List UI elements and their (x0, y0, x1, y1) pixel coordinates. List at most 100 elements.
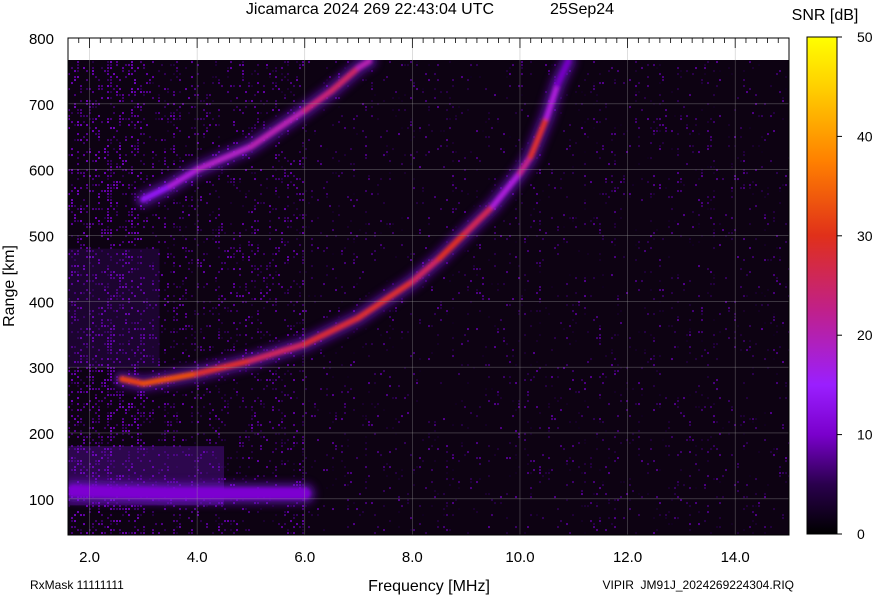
noise-dot (347, 391, 349, 394)
noise-dot (98, 220, 100, 223)
noise-dot (119, 397, 121, 400)
noise-dot (596, 151, 598, 154)
noise-dot (71, 190, 73, 193)
noise-dot (137, 517, 139, 520)
noise-dot (356, 256, 358, 259)
noise-dot (200, 100, 202, 103)
noise-dot (101, 532, 103, 535)
noise-dot (218, 529, 220, 532)
noise-dot (185, 199, 187, 202)
noise-dot (71, 382, 73, 385)
noise-dot (707, 82, 709, 85)
noise-dot (287, 61, 289, 64)
noise-dot (593, 223, 595, 226)
noise-dot (92, 178, 94, 181)
noise-dot (671, 307, 673, 310)
noise-dot (419, 232, 421, 235)
noise-dot (740, 160, 742, 163)
noise-dot (401, 64, 403, 67)
noise-dot (731, 190, 733, 193)
noise-dot (368, 175, 370, 178)
noise-dot (227, 412, 229, 415)
noise-dot (80, 418, 82, 421)
noise-dot (716, 421, 718, 424)
noise-dot (137, 232, 139, 235)
noise-dot (722, 178, 724, 181)
noise-dot (389, 376, 391, 379)
noise-dot (377, 118, 379, 121)
noise-dot (299, 151, 301, 154)
noise-dot (599, 229, 601, 232)
noise-dot (404, 397, 406, 400)
noise-dot (779, 469, 781, 472)
noise-dot (716, 169, 718, 172)
noise-dot (113, 172, 115, 175)
noise-dot (173, 244, 175, 247)
noise-dot (752, 520, 754, 523)
noise-dot (125, 424, 127, 427)
noise-dot (428, 79, 430, 82)
noise-dot (233, 85, 235, 88)
noise-dot (341, 253, 343, 256)
noise-dot (233, 520, 235, 523)
noise-dot (272, 166, 274, 169)
noise-dot (215, 229, 217, 232)
noise-dot (155, 214, 157, 217)
noise-dot (80, 433, 82, 436)
noise-dot (596, 337, 598, 340)
noise-dot (164, 304, 166, 307)
noise-dot (524, 352, 526, 355)
noise-dot (200, 349, 202, 352)
noise-dot (485, 493, 487, 496)
noise-dot (398, 499, 400, 502)
noise-dot (476, 268, 478, 271)
noise-dot (263, 277, 265, 280)
noise-dot (83, 436, 85, 439)
noise-dot (611, 523, 613, 526)
noise-dot (416, 202, 418, 205)
noise-dot (464, 250, 466, 253)
noise-dot (92, 61, 94, 64)
noise-dot (785, 88, 787, 91)
noise-dot (701, 409, 703, 412)
noise-dot (698, 178, 700, 181)
noise-dot (221, 439, 223, 442)
noise-dot (662, 124, 664, 127)
noise-dot (680, 469, 682, 472)
noise-dot (131, 151, 133, 154)
noise-dot (332, 157, 334, 160)
noise-dot (677, 73, 679, 76)
noise-dot (71, 223, 73, 226)
noise-dot (752, 67, 754, 70)
noise-dot (593, 277, 595, 280)
noise-dot (128, 94, 130, 97)
noise-dot (245, 286, 247, 289)
noise-dot (287, 532, 289, 535)
noise-dot (206, 388, 208, 391)
noise-dot (257, 475, 259, 478)
noise-dot (401, 505, 403, 508)
noise-dot (143, 163, 145, 166)
noise-dot (662, 439, 664, 442)
noise-dot (257, 421, 259, 424)
noise-dot (167, 283, 169, 286)
noise-dot (71, 391, 73, 394)
noise-dot (452, 454, 454, 457)
noise-dot (110, 127, 112, 130)
noise-dot (230, 397, 232, 400)
noise-dot (74, 520, 76, 523)
noise-dot (164, 139, 166, 142)
noise-dot (704, 67, 706, 70)
noise-dot (134, 232, 136, 235)
noise-dot (131, 136, 133, 139)
noise-dot (746, 295, 748, 298)
noise-dot (329, 427, 331, 430)
noise-dot (110, 376, 112, 379)
noise-dot (701, 448, 703, 451)
noise-dot (602, 238, 604, 241)
noise-dot (80, 205, 82, 208)
noise-dot (530, 226, 532, 229)
noise-dot (767, 193, 769, 196)
noise-dot (173, 331, 175, 334)
noise-dot (479, 292, 481, 295)
